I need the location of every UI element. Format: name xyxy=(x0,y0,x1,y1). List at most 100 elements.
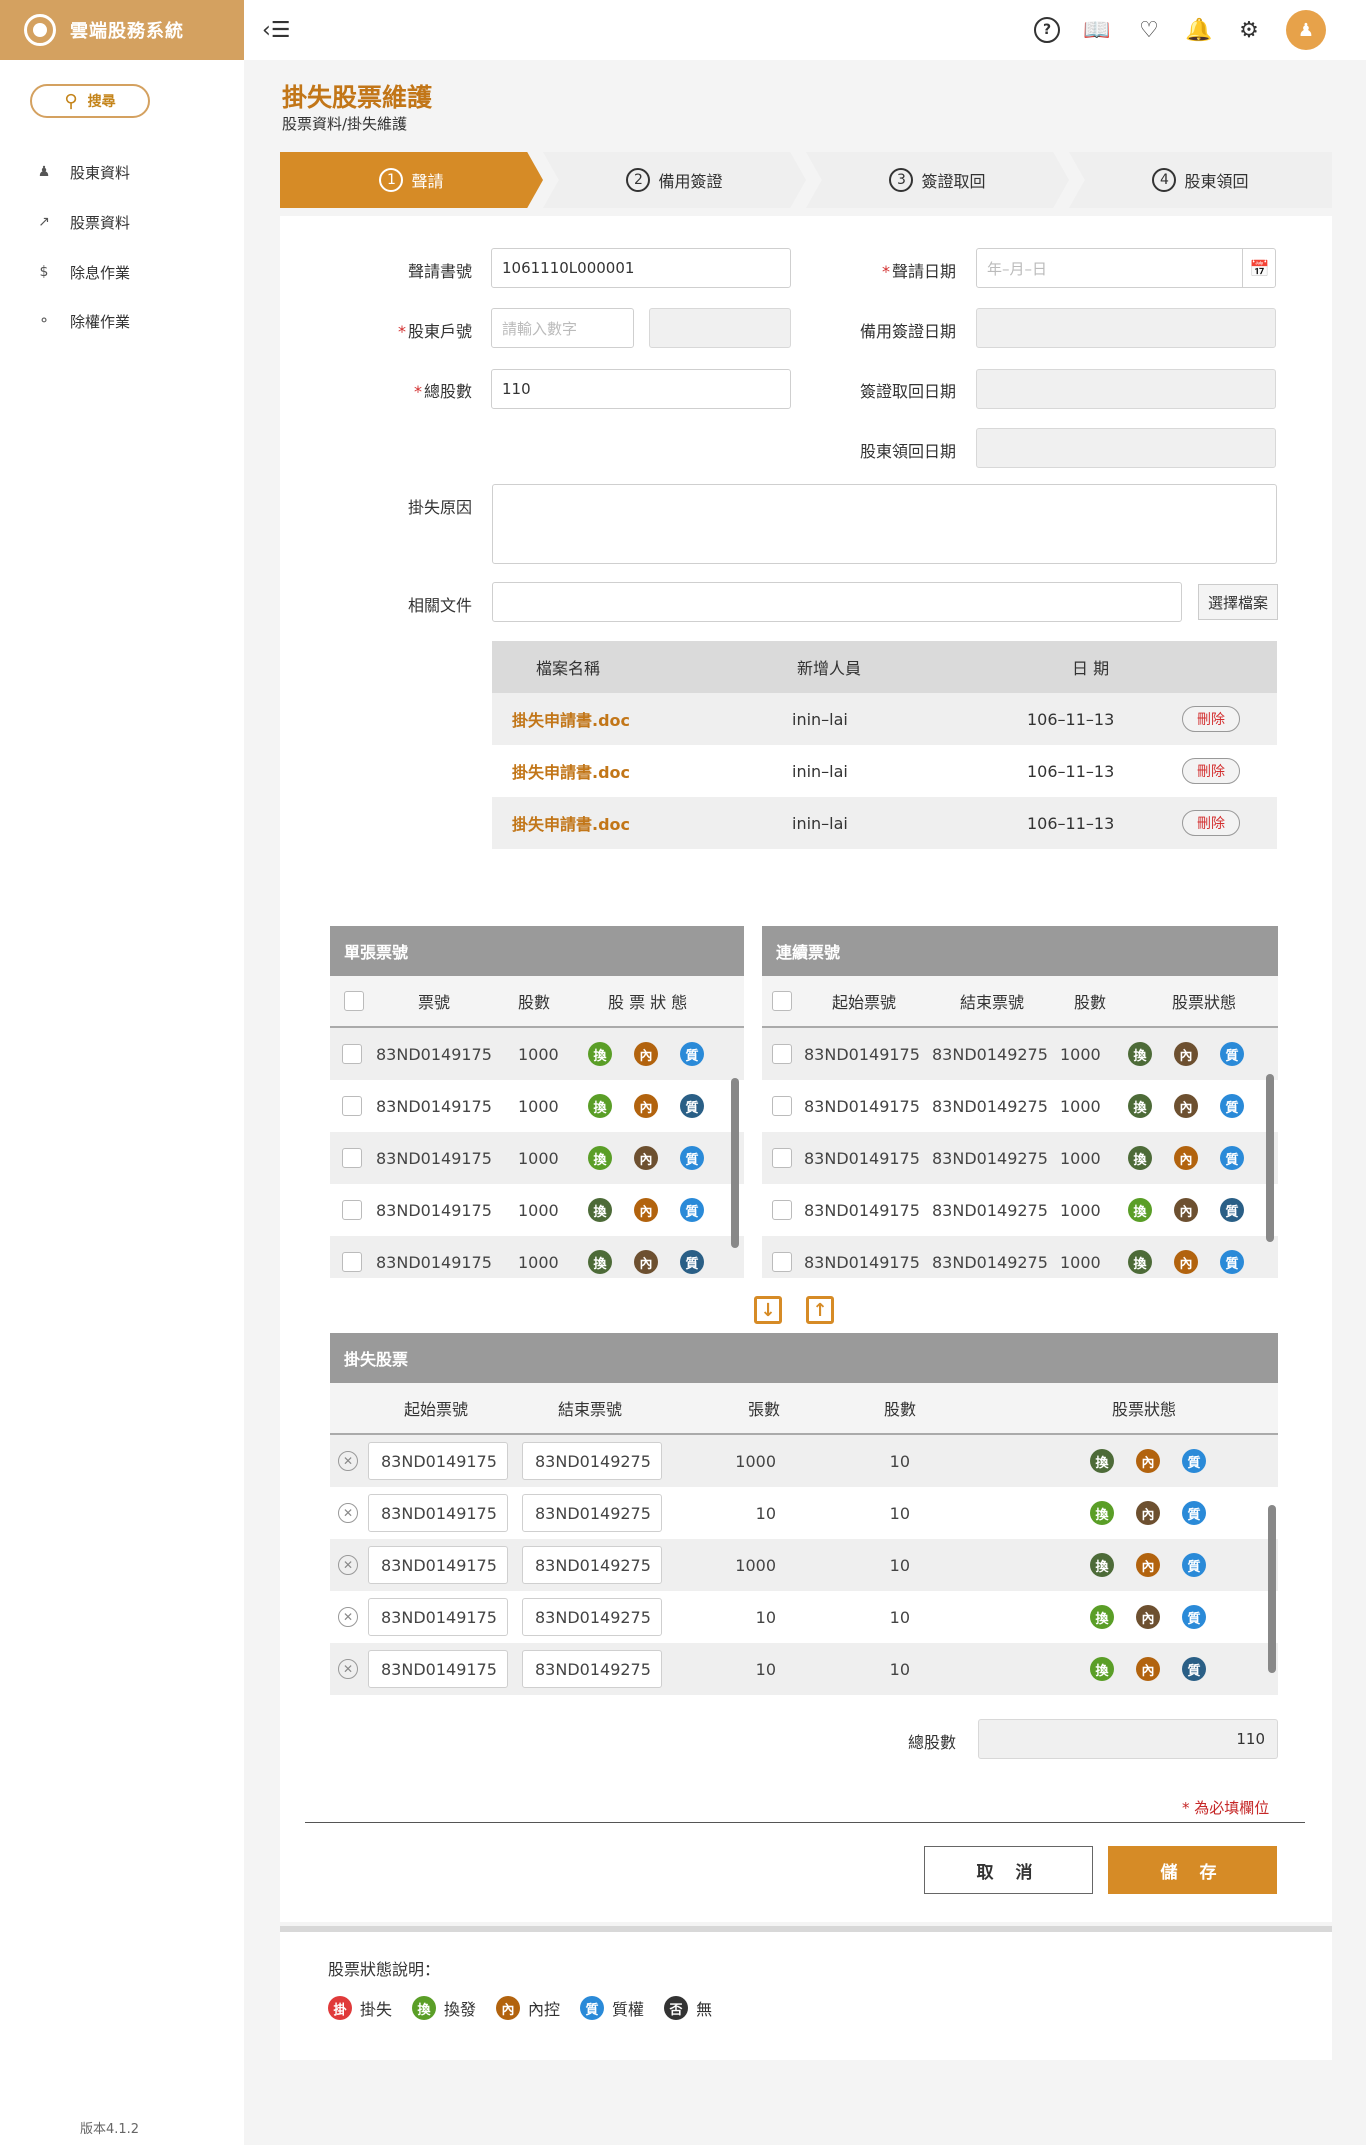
start-ticket: 83ND0149175 xyxy=(804,1096,920,1116)
remove-icon[interactable]: ✕ xyxy=(338,1555,358,1575)
file-name-link[interactable]: 掛失申請書.doc xyxy=(492,707,762,731)
start-ticket-input[interactable]: 83ND0149175 xyxy=(368,1494,508,1532)
table-row: 83ND0149175 1000 換內質 xyxy=(330,1184,744,1236)
move-up-icon[interactable]: ↑ xyxy=(806,1296,834,1324)
remove-icon[interactable]: ✕ xyxy=(338,1607,358,1627)
status-badge-icon: 換 xyxy=(1090,1657,1114,1681)
column-header: 股票狀態 xyxy=(1172,993,1237,1012)
row-checkbox[interactable] xyxy=(342,1200,362,1220)
column-header: 股數 xyxy=(518,993,551,1012)
reason-textarea[interactable] xyxy=(492,484,1277,564)
remove-icon[interactable]: ✕ xyxy=(338,1659,358,1679)
coins-icon: ⚬ xyxy=(38,313,50,329)
required-mark: * xyxy=(413,382,422,401)
heart-icon[interactable]: ♡ xyxy=(1136,17,1162,43)
move-down-icon[interactable]: ↓ xyxy=(754,1296,782,1324)
step-apply[interactable]: 1 聲請 xyxy=(280,152,543,208)
total-shares-input[interactable]: 110 xyxy=(491,369,791,409)
scrollbar[interactable] xyxy=(1266,1074,1274,1242)
start-ticket-input[interactable]: 83ND0149175 xyxy=(368,1442,508,1480)
legend-item: 換換發 xyxy=(412,1996,476,2020)
menu-toggle-icon[interactable]: ‹☰ xyxy=(262,18,291,43)
avatar[interactable]: ♟ xyxy=(1286,10,1326,50)
person-icon: ♟ xyxy=(37,164,51,180)
end-ticket-input[interactable]: 83ND0149275 xyxy=(522,1494,662,1532)
application-no-input[interactable]: 1061110L000001 xyxy=(491,248,791,288)
select-all-checkbox[interactable] xyxy=(344,991,364,1011)
row-checkbox[interactable] xyxy=(342,1044,362,1064)
end-ticket: 83ND0149275 xyxy=(932,1096,1048,1116)
choose-file-button[interactable]: 選擇檔案 xyxy=(1198,584,1278,620)
holder-return-date-field xyxy=(976,428,1276,468)
legend-label: 質權 xyxy=(612,2000,645,2019)
calendar-icon[interactable]: 📅 xyxy=(1242,248,1276,288)
step-holder-return[interactable]: 4 股東領回 xyxy=(1069,152,1332,208)
share-count: 10 xyxy=(889,1503,910,1523)
delete-button[interactable]: 刪除 xyxy=(1182,706,1240,732)
end-ticket-input[interactable]: 83ND0149275 xyxy=(522,1442,662,1480)
end-ticket-input[interactable]: 83ND0149275 xyxy=(522,1650,662,1688)
cancel-button[interactable]: 取 消 xyxy=(924,1846,1093,1894)
end-ticket: 83ND0149275 xyxy=(932,1252,1048,1272)
file-name-link[interactable]: 掛失申請書.doc xyxy=(492,811,762,835)
file-name-link[interactable]: 掛失申請書.doc xyxy=(492,759,762,783)
legend-label: 換發 xyxy=(444,2000,477,2019)
sidebar-item-stock-data[interactable]: ↗ 股票資料 xyxy=(34,210,130,234)
row-checkbox[interactable] xyxy=(342,1252,362,1272)
status-badge-icon: 質 xyxy=(1182,1553,1206,1577)
column-header: 股 票 狀 態 xyxy=(608,993,688,1012)
book-icon[interactable]: 📖 xyxy=(1083,17,1110,43)
app-header: 雲端股務系統 xyxy=(0,0,244,60)
row-checkbox[interactable] xyxy=(342,1096,362,1116)
row-checkbox[interactable] xyxy=(342,1148,362,1168)
sidebar-item-dividend[interactable]: $ 除息作業 xyxy=(34,260,130,284)
gear-icon[interactable]: ⚙ xyxy=(1236,17,1262,43)
search-button[interactable]: ⚲ 搜尋 xyxy=(30,84,150,118)
save-button[interactable]: 儲 存 xyxy=(1108,1846,1277,1894)
start-ticket-input[interactable]: 83ND0149175 xyxy=(368,1650,508,1688)
step-label: 備用簽證 xyxy=(658,172,723,191)
bell-icon[interactable]: 🔔 xyxy=(1185,17,1212,43)
row-checkbox[interactable] xyxy=(772,1252,792,1272)
end-ticket-input[interactable]: 83ND0149275 xyxy=(522,1546,662,1584)
shareholder-no-input[interactable]: 請輸入數字 xyxy=(491,308,634,348)
row-checkbox[interactable] xyxy=(772,1044,792,1064)
remove-icon[interactable]: ✕ xyxy=(338,1451,358,1471)
status-badge-icon: 換 xyxy=(1090,1449,1114,1473)
select-all-checkbox[interactable] xyxy=(772,991,792,1011)
search-icon: ⚲ xyxy=(64,90,78,112)
end-ticket-input[interactable]: 83ND0149275 xyxy=(522,1598,662,1636)
start-ticket-input[interactable]: 83ND0149175 xyxy=(368,1598,508,1636)
ticket-number: 83ND0149175 xyxy=(376,1044,492,1064)
step-number: 2 xyxy=(626,168,651,192)
sidebar-item-shareholders[interactable]: ♟ 股東資料 xyxy=(34,160,130,184)
remove-icon[interactable]: ✕ xyxy=(338,1503,358,1523)
legend-items: 掛掛失換換發內內控質質權否無 xyxy=(328,1996,732,2020)
sidebar-item-label: 除息作業 xyxy=(70,263,131,282)
page-title: 掛失股票維護 xyxy=(282,83,433,112)
legend-label: 無 xyxy=(696,2000,713,2019)
row-checkbox[interactable] xyxy=(772,1148,792,1168)
column-header: 股票狀態 xyxy=(1112,1400,1177,1419)
shareholder-no-label: * 股東戶號 xyxy=(380,318,472,342)
lost-header-row: 起始票號 結束票號 張數 股數 股票狀態 xyxy=(330,1383,1278,1435)
row-checkbox[interactable] xyxy=(772,1096,792,1116)
sidebar-item-rights[interactable]: ⚬ 除權作業 xyxy=(34,309,130,333)
row-checkbox[interactable] xyxy=(772,1200,792,1220)
file-path-input[interactable] xyxy=(492,582,1182,622)
lost-total-field: 110 xyxy=(978,1719,1278,1759)
help-icon[interactable]: ? xyxy=(1034,17,1060,43)
delete-button[interactable]: 刪除 xyxy=(1182,810,1240,836)
start-ticket-input[interactable]: 83ND0149175 xyxy=(368,1546,508,1584)
step-sign-return[interactable]: 3 簽證取回 xyxy=(806,152,1069,208)
status-badges: 換內質 xyxy=(1128,1146,1244,1170)
share-count: 1000 xyxy=(518,1044,559,1064)
delete-button[interactable]: 刪除 xyxy=(1182,758,1240,784)
status-badge-icon: 換 xyxy=(588,1198,612,1222)
start-ticket: 83ND0149175 xyxy=(804,1148,920,1168)
column-header: 起始票號 xyxy=(404,1400,469,1419)
application-date-input[interactable]: 年–月–日 xyxy=(976,248,1276,288)
scrollbar[interactable] xyxy=(1268,1505,1276,1673)
step-backup-sign[interactable]: 2 備用簽證 xyxy=(543,152,806,208)
scrollbar[interactable] xyxy=(731,1078,739,1248)
